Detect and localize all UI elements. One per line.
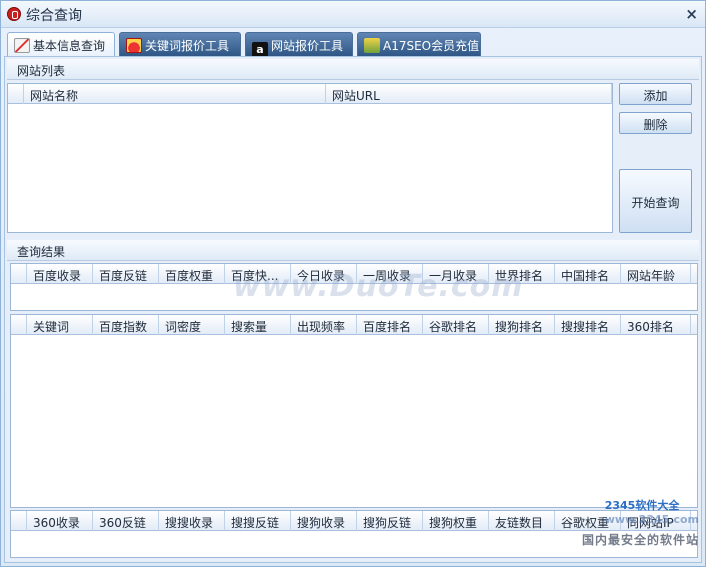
start-query-button[interactable]: 开始查询 [619,169,692,233]
results-grid-keywords[interactable]: 关键词 百度指数 词密度 搜索量 出现频率 百度排名 谷歌排名 搜狗排名 搜搜排名 360排名 [10,314,698,508]
column-site-url[interactable]: 网站URL [326,84,612,104]
tab-site-quote[interactable]: a 网站报价工具 [245,32,353,57]
column-header[interactable]: 搜狗反链 [357,511,423,531]
column-header[interactable]: 百度快... [225,264,291,284]
column-header[interactable]: 出现频率 [291,315,357,335]
app-icon [7,7,21,21]
tab-keyword-quote[interactable]: 关键词报价工具 [119,32,241,56]
column-header[interactable]: 搜搜收录 [159,511,225,531]
column-header[interactable]: 词密度 [159,315,225,335]
column-header[interactable]: 谷歌排名 [423,315,489,335]
column-header[interactable]: 一月收录 [423,264,489,284]
column-header[interactable]: 360收录 [27,511,93,531]
column-header[interactable]: 关键词 [27,315,93,335]
column-header[interactable]: 网站年龄 [621,264,691,284]
site-stats-header-row: 百度收录 百度反链 百度权重 百度快... 今日收录 一周收录 一月收录 世界排名 中国排名 网站… [11,264,697,284]
column-header[interactable]: 百度指数 [93,315,159,335]
select-column[interactable] [11,511,27,531]
window-title: 综合查询 [26,8,82,24]
results-grid-site-stats[interactable]: 百度收录 百度反链 百度权重 百度快... 今日收录 一周收录 一月收录 世界排名 中国排名 网站… [10,263,698,311]
column-header[interactable]: 百度排名 [357,315,423,335]
corner-slogan: 国内最安全的软件站 [581,533,699,547]
column-header[interactable]: 搜狗收录 [291,511,357,531]
corner-logo-sub: www.2345.com [604,513,699,526]
column-header[interactable]: 友链数目 [489,511,555,531]
column-header[interactable]: 百度反链 [93,264,159,284]
website-list[interactable]: 网站名称 网站URL [7,83,613,233]
tab-label: 基本信息查询 [33,39,106,53]
column-site-name[interactable]: 网站名称 [24,84,326,104]
column-header[interactable]: 搜搜反链 [225,511,291,531]
column-header[interactable]: 百度收录 [27,264,93,284]
column-header[interactable]: 搜狗排名 [489,315,555,335]
user-icon [364,38,380,53]
letter-a-icon: a [252,42,268,57]
tab-label: A17SEO会员充值 [383,39,480,53]
add-button[interactable]: 添加 [619,83,692,105]
links-header-row: 360收录 360反链 搜搜收录 搜搜反链 搜狗收录 搜狗反链 搜狗权重 友链数目 谷歌权重 同网… [11,511,697,531]
column-header[interactable]: 360排名 [621,315,691,335]
column-header[interactable]: 搜索量 [225,315,291,335]
basic-info-page: 网站列表 网站名称 网站URL 添加 删除 开始查询 查询结果 百度收录 百度反链… [4,56,702,563]
column-header[interactable]: 百度权重 [159,264,225,284]
close-button[interactable]: × [685,5,698,23]
hat-icon [126,38,142,53]
website-list-header-row: 网站名称 网站URL [8,84,612,104]
column-header[interactable]: 360反链 [93,511,159,531]
delete-button[interactable]: 删除 [619,112,692,134]
results-header: 查询结果 [7,240,699,261]
select-column[interactable] [8,84,24,104]
column-header[interactable]: 搜搜排名 [555,315,621,335]
keywords-header-row: 关键词 百度指数 词密度 搜索量 出现频率 百度排名 谷歌排名 搜狗排名 搜搜排名 360排名 [11,315,697,335]
column-header[interactable]: 中国排名 [555,264,621,284]
tab-label: 网站报价工具 [271,39,344,53]
query-window: 综合查询 × 基本信息查询 关键词报价工具 a 网站报价工具 A17SEO会员充值… [0,0,706,567]
column-header[interactable]: 搜狗权重 [423,511,489,531]
corner-logo-main: 2345软件大全 [604,499,680,512]
column-header[interactable]: 世界排名 [489,264,555,284]
select-column[interactable] [11,264,27,284]
corner-logo: 2345软件大全 www.2345.com [605,497,699,526]
website-list-header: 网站列表 [7,59,699,80]
tab-basic-info[interactable]: 基本信息查询 [7,32,115,57]
select-column[interactable] [11,315,27,335]
tab-member-recharge[interactable]: A17SEO会员充值 [357,32,481,56]
column-header[interactable]: 今日收录 [291,264,357,284]
title-bar: 综合查询 × [1,1,705,28]
tab-label: 关键词报价工具 [145,39,230,53]
pen-icon [14,38,30,53]
column-header[interactable]: 一周收录 [357,264,423,284]
